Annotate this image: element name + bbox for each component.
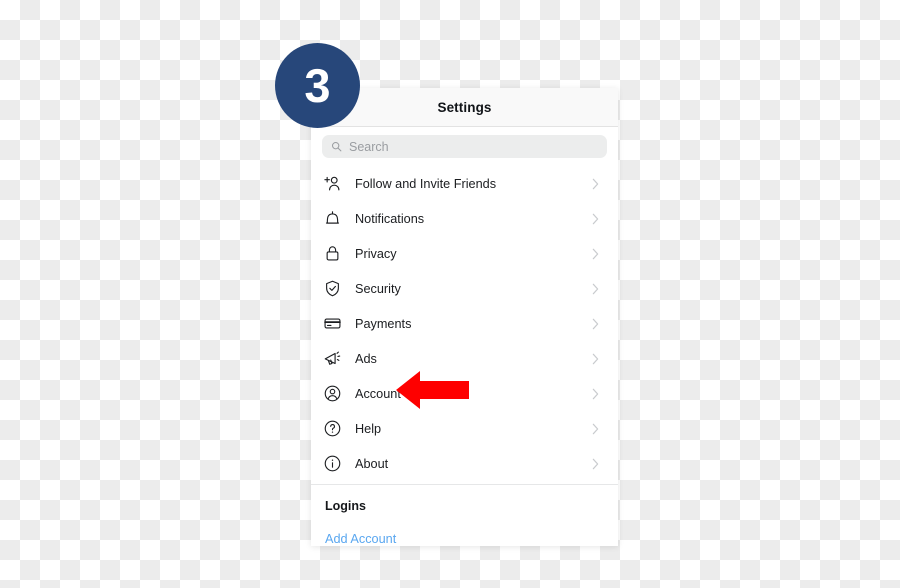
chevron-right-icon <box>592 178 599 189</box>
chevron-right-icon <box>592 248 599 259</box>
add-account-row: Add Account <box>311 513 618 546</box>
list-item-label: Account <box>355 386 401 401</box>
lock-icon <box>323 244 342 263</box>
red-arrow-pointer <box>396 371 469 409</box>
info-circle-icon <box>323 454 342 473</box>
list-item-label: Security <box>355 281 401 296</box>
list-item-about[interactable]: About <box>311 446 618 481</box>
person-add-icon <box>323 174 342 193</box>
megaphone-icon <box>323 349 342 368</box>
shield-check-icon <box>323 279 342 298</box>
question-circle-icon <box>323 419 342 438</box>
chevron-right-icon <box>592 353 599 364</box>
list-item-label: Notifications <box>355 211 425 226</box>
list-item-follow-and-invite-friends[interactable]: Follow and Invite Friends <box>311 166 618 201</box>
list-item-label: Follow and Invite Friends <box>355 176 497 191</box>
step-number-badge: 3 <box>275 43 360 128</box>
search-icon <box>331 141 342 152</box>
person-circle-icon <box>323 384 342 403</box>
credit-card-icon <box>323 314 342 333</box>
chevron-right-icon <box>592 388 599 399</box>
list-item-label: Ads <box>355 351 377 366</box>
list-item-label: Help <box>355 421 382 436</box>
logins-section-title: Logins <box>325 499 366 513</box>
list-item-privacy[interactable]: Privacy <box>311 236 618 271</box>
list-item-help[interactable]: Help <box>311 411 618 446</box>
chevron-right-icon <box>592 423 599 434</box>
step-number-text: 3 <box>304 59 331 112</box>
settings-panel: Settings Search Follow and Invite Friend… <box>311 88 618 546</box>
chevron-right-icon <box>592 213 599 224</box>
list-item-label: Payments <box>355 316 412 331</box>
list-item-notifications[interactable]: Notifications <box>311 201 618 236</box>
bell-icon <box>323 209 342 228</box>
chevron-right-icon <box>592 458 599 469</box>
chevron-right-icon <box>592 283 599 294</box>
chevron-right-icon <box>592 318 599 329</box>
search-container: Search <box>311 127 618 164</box>
list-item-label: Privacy <box>355 246 397 261</box>
settings-list: Follow and Invite Friends Notifications <box>311 164 618 481</box>
list-item-payments[interactable]: Payments <box>311 306 618 341</box>
page-title: Settings <box>437 99 492 115</box>
list-item-security[interactable]: Security <box>311 271 618 306</box>
list-item-label: About <box>355 456 389 471</box>
search-input[interactable]: Search <box>322 135 607 158</box>
add-account-link[interactable]: Add Account <box>325 532 396 546</box>
search-placeholder: Search <box>349 139 389 154</box>
